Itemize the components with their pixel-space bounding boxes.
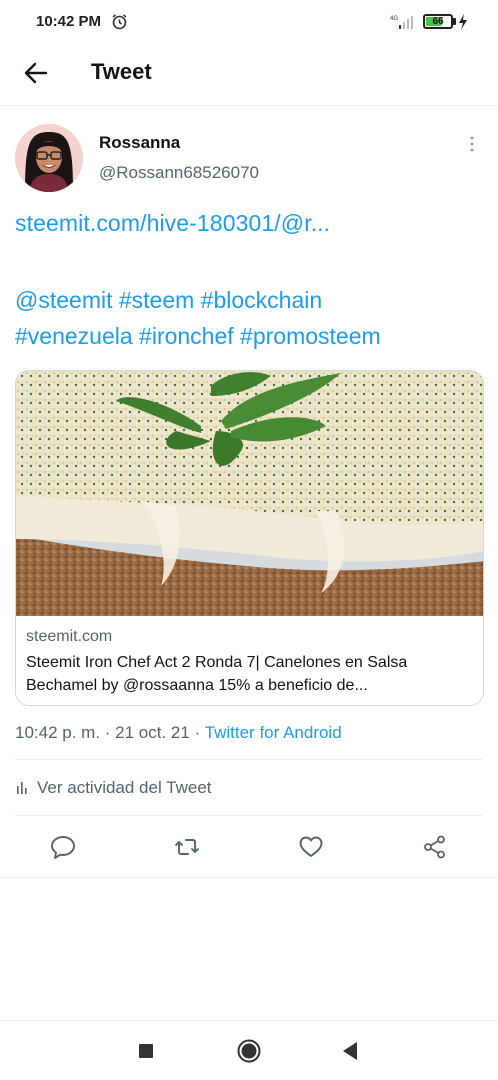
system-navigation-bar: [0, 1020, 498, 1080]
signal-icon: 4G: [390, 16, 413, 29]
home-icon[interactable]: [237, 1039, 261, 1063]
back-arrow-icon[interactable]: [22, 59, 50, 87]
tweet-link[interactable]: steemit.com/hive-180301/@r...: [15, 210, 330, 237]
link-preview-card[interactable]: steemit.com Steemit Iron Chef Act 2 Rond…: [15, 370, 484, 706]
like-icon[interactable]: [297, 833, 325, 861]
recent-apps-icon[interactable]: [139, 1044, 153, 1058]
tweet-date: 21 oct. 21: [115, 723, 190, 742]
retweet-icon[interactable]: [173, 833, 201, 861]
status-time: 10:42 PM: [36, 13, 102, 30]
battery-tip: [453, 18, 456, 25]
hashtags-line-2[interactable]: #venezuela #ironchef #promosteem: [15, 318, 495, 354]
share-icon[interactable]: [421, 833, 449, 861]
author-handle[interactable]: @Rossann68526070: [99, 163, 259, 183]
status-bar: 10:42 PM 4G 66: [0, 0, 498, 44]
card-image: [16, 371, 483, 616]
tweet-meta: 10:42 p. m. · 21 oct. 21 · Twitter for A…: [15, 723, 342, 743]
battery-level: 66: [432, 16, 444, 27]
author-name[interactable]: Rossanna: [99, 133, 180, 153]
meta-separator: ·: [100, 723, 116, 742]
card-domain: steemit.com: [26, 628, 113, 645]
network-type: 4G: [390, 16, 398, 22]
charging-icon: [459, 14, 467, 30]
page-title: Tweet: [91, 59, 152, 84]
battery-icon: 66: [423, 14, 453, 29]
nav-back-icon[interactable]: [342, 1041, 358, 1061]
tweet-source[interactable]: Twitter for Android: [205, 723, 342, 742]
avatar[interactable]: [15, 124, 83, 192]
analytics-icon: [17, 782, 27, 794]
avatar-image: [15, 124, 83, 192]
reply-icon[interactable]: [49, 833, 77, 861]
hashtags-line-1[interactable]: @steemit #steem #blockchain: [15, 282, 495, 318]
divider: [0, 877, 498, 878]
meta-separator: ·: [189, 723, 205, 742]
divider: [15, 759, 483, 760]
more-options-icon[interactable]: [466, 134, 478, 154]
card-title: Steemit Iron Chef Act 2 Ronda 7| Canelon…: [26, 654, 408, 694]
tweet-time: 10:42 p. m.: [15, 723, 101, 742]
activity-label: Ver actividad del Tweet: [37, 778, 212, 797]
alarm-icon: [112, 14, 127, 30]
divider: [15, 815, 483, 816]
tweet-hashtags: @steemit #steem #blockchain #venezuela #…: [15, 282, 495, 354]
view-tweet-activity[interactable]: Ver actividad del Tweet: [15, 778, 212, 798]
header: Tweet: [0, 44, 498, 106]
